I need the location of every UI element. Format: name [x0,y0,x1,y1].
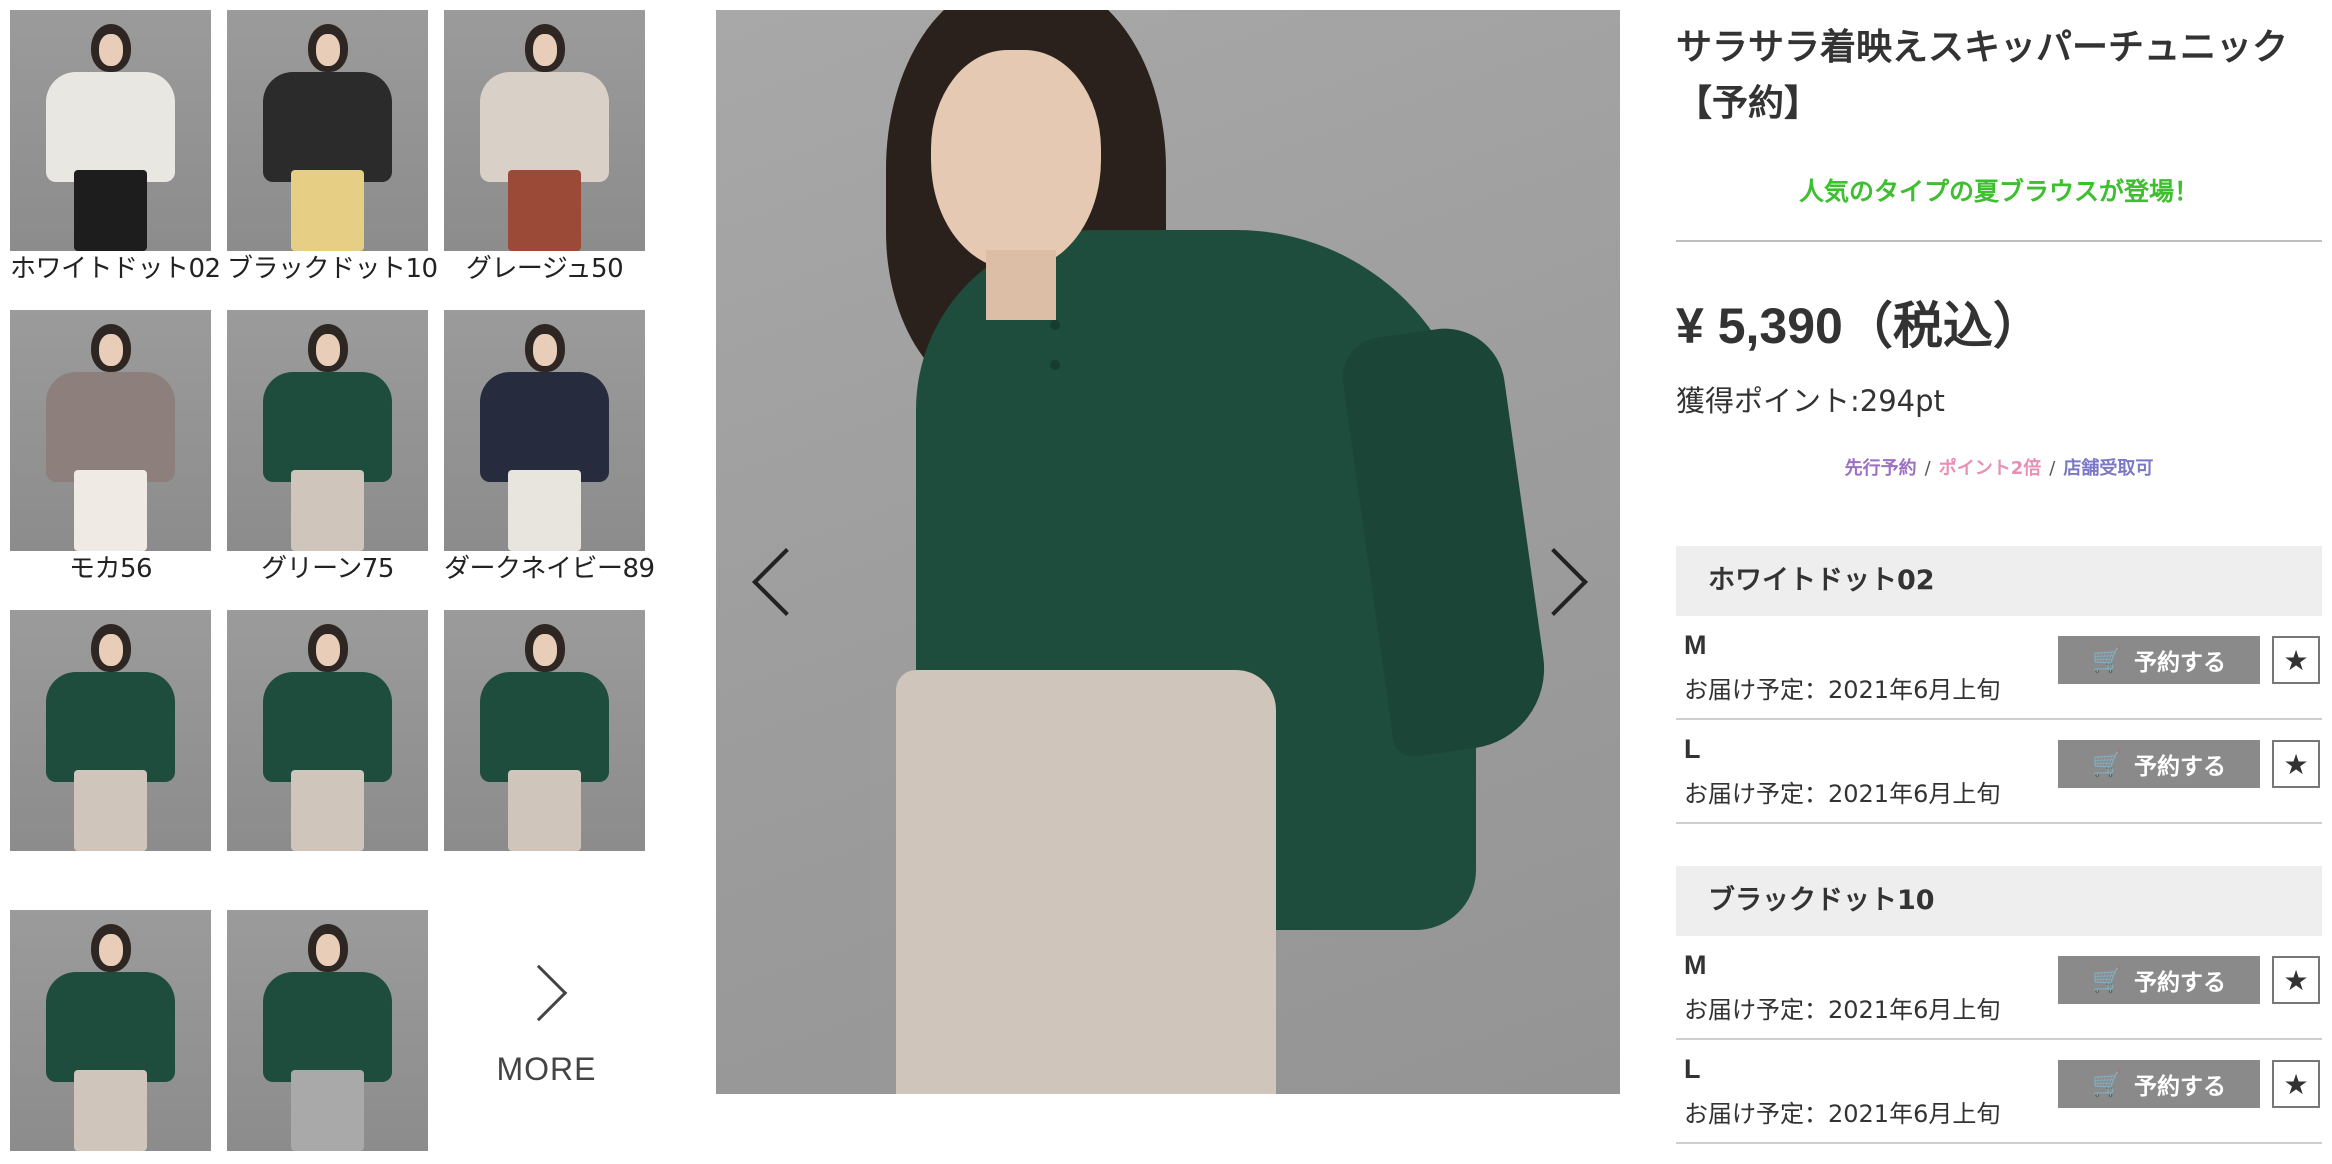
thumbnail-caption: ホワイトドット02 [10,254,221,284]
size-row: M お届け予定：2021年6月上旬 🛒 予約する ★ [1676,616,2322,720]
thumbnail-item[interactable]: モカ56 [10,310,211,587]
more-label: MORE [496,1051,597,1087]
star-icon[interactable]: ★ [2272,740,2320,788]
reserve-label: 予約する [2133,753,2226,779]
thumbnail-caption: ダークネイビー89 [444,554,655,584]
product-info: サラサラ着映えスキッパーチュニック【予約】 人気のタイプの夏ブラウスが登場！ ¥… [1676,20,2322,480]
thumbnail-caption: ブラックドット10 [227,254,438,284]
reserve-button[interactable]: 🛒 予約する [2058,956,2260,1004]
reserve-label: 予約する [2133,1073,2226,1099]
thumbnail-caption: グリーン75 [261,554,394,584]
size-label: M [1684,950,1707,980]
thumbnail-item[interactable]: ブラックドット10 [227,10,438,287]
thumbnail-item[interactable] [10,910,211,1151]
size-row: M お届け予定：2021年6月上旬 🛒 予約する ★ [1676,936,2322,1040]
thumbnail-item[interactable] [227,610,428,851]
color-name: ホワイトドット02 [1676,546,2322,616]
thumbnail-item[interactable] [227,910,428,1151]
thumbnail-image[interactable] [444,10,645,251]
reserve-button[interactable]: 🛒 予約する [2058,1060,2260,1108]
thumbnail-image[interactable] [444,610,645,851]
cart-icon: 🛒 [2092,646,2122,674]
thumbnail-image[interactable] [10,910,211,1151]
thumbnail-item[interactable]: グリーン75 [227,310,428,587]
color-group: ブラックドット10 M お届け予定：2021年6月上旬 🛒 予約する ★ L お届… [1676,866,2322,1144]
size-row: L お届け予定：2021年6月上旬 🛒 予約する ★ [1676,1040,2322,1144]
delivery-date: お届け予定：2021年6月上旬 [1684,676,2001,704]
reserve-button[interactable]: 🛒 予約する [2058,740,2260,788]
thumbnail-image[interactable] [10,310,211,551]
product-title: サラサラ着映えスキッパーチュニック【予約】 [1676,27,2289,124]
reserve-label: 予約する [2133,649,2226,675]
thumbnail-item[interactable] [444,610,645,851]
catch-copy: 人気のタイプの夏ブラウスが登場！ [1798,177,2199,206]
delivery-date: お届け予定：2021年6月上旬 [1684,780,2001,808]
cart-icon: 🛒 [2092,750,2122,778]
cart-icon: 🛒 [2092,1070,2122,1098]
thumbnail-image[interactable] [444,310,645,551]
star-icon[interactable]: ★ [2272,956,2320,1004]
size-label: L [1684,734,1701,764]
reserve-label: 予約する [2133,969,2226,995]
tag-separator: / [1924,458,1931,479]
thumbnail-image[interactable] [227,610,428,851]
main-product-image [716,10,1620,1094]
thumbnail-caption: グレージュ50 [465,254,624,284]
tag-store-pickup: 店舗受取可 [2063,458,2154,479]
tag-separator: / [2049,458,2056,479]
thumbnail-item[interactable]: ホワイトドット02 [10,10,221,287]
color-name: ブラックドット10 [1676,866,2322,936]
color-group: ホワイトドット02 M お届け予定：2021年6月上旬 🛒 予約する ★ L お届… [1676,546,2322,824]
chevron-right-icon [510,964,567,1022]
thumbnail-image[interactable] [227,10,428,251]
star-icon[interactable]: ★ [2272,1060,2320,1108]
star-icon[interactable]: ★ [2272,636,2320,684]
chevron-right-icon[interactable] [1530,540,1590,620]
thumbnail-item[interactable]: ダークネイビー89 [444,310,655,587]
delivery-date: お届け予定：2021年6月上旬 [1684,1100,2001,1128]
delivery-date: お届け予定：2021年6月上旬 [1684,996,2001,1024]
reserve-button[interactable]: 🛒 予約する [2058,636,2260,684]
tag-preorder: 先行予約 [1844,458,1917,479]
feature-tags: 先行予約 / ポイント2倍 / 店舗受取可 [1676,454,2322,480]
thumbnail-image[interactable] [10,610,211,851]
size-row: L お届け予定：2021年6月上旬 🛒 予約する ★ [1676,720,2322,824]
thumbnail-image[interactable] [227,910,428,1151]
chevron-left-icon[interactable] [746,540,806,620]
more-button[interactable]: MORE [446,910,647,1151]
thumbnail-image[interactable] [227,310,428,551]
thumbnail-item[interactable] [10,610,211,851]
thumbnail-item[interactable]: グレージュ50 [444,10,645,287]
divider [1676,240,2322,242]
thumbnail-image[interactable] [10,10,211,251]
size-label: M [1684,630,1707,660]
size-label: L [1684,1054,1701,1084]
tag-double-points: ポイント2倍 [1938,458,2042,479]
product-price: ¥ 5,390（税込） [1676,298,2043,354]
earned-points: 獲得ポイント:294pt [1676,384,1945,418]
cart-icon: 🛒 [2092,966,2122,994]
thumbnail-caption: モカ56 [68,554,153,584]
